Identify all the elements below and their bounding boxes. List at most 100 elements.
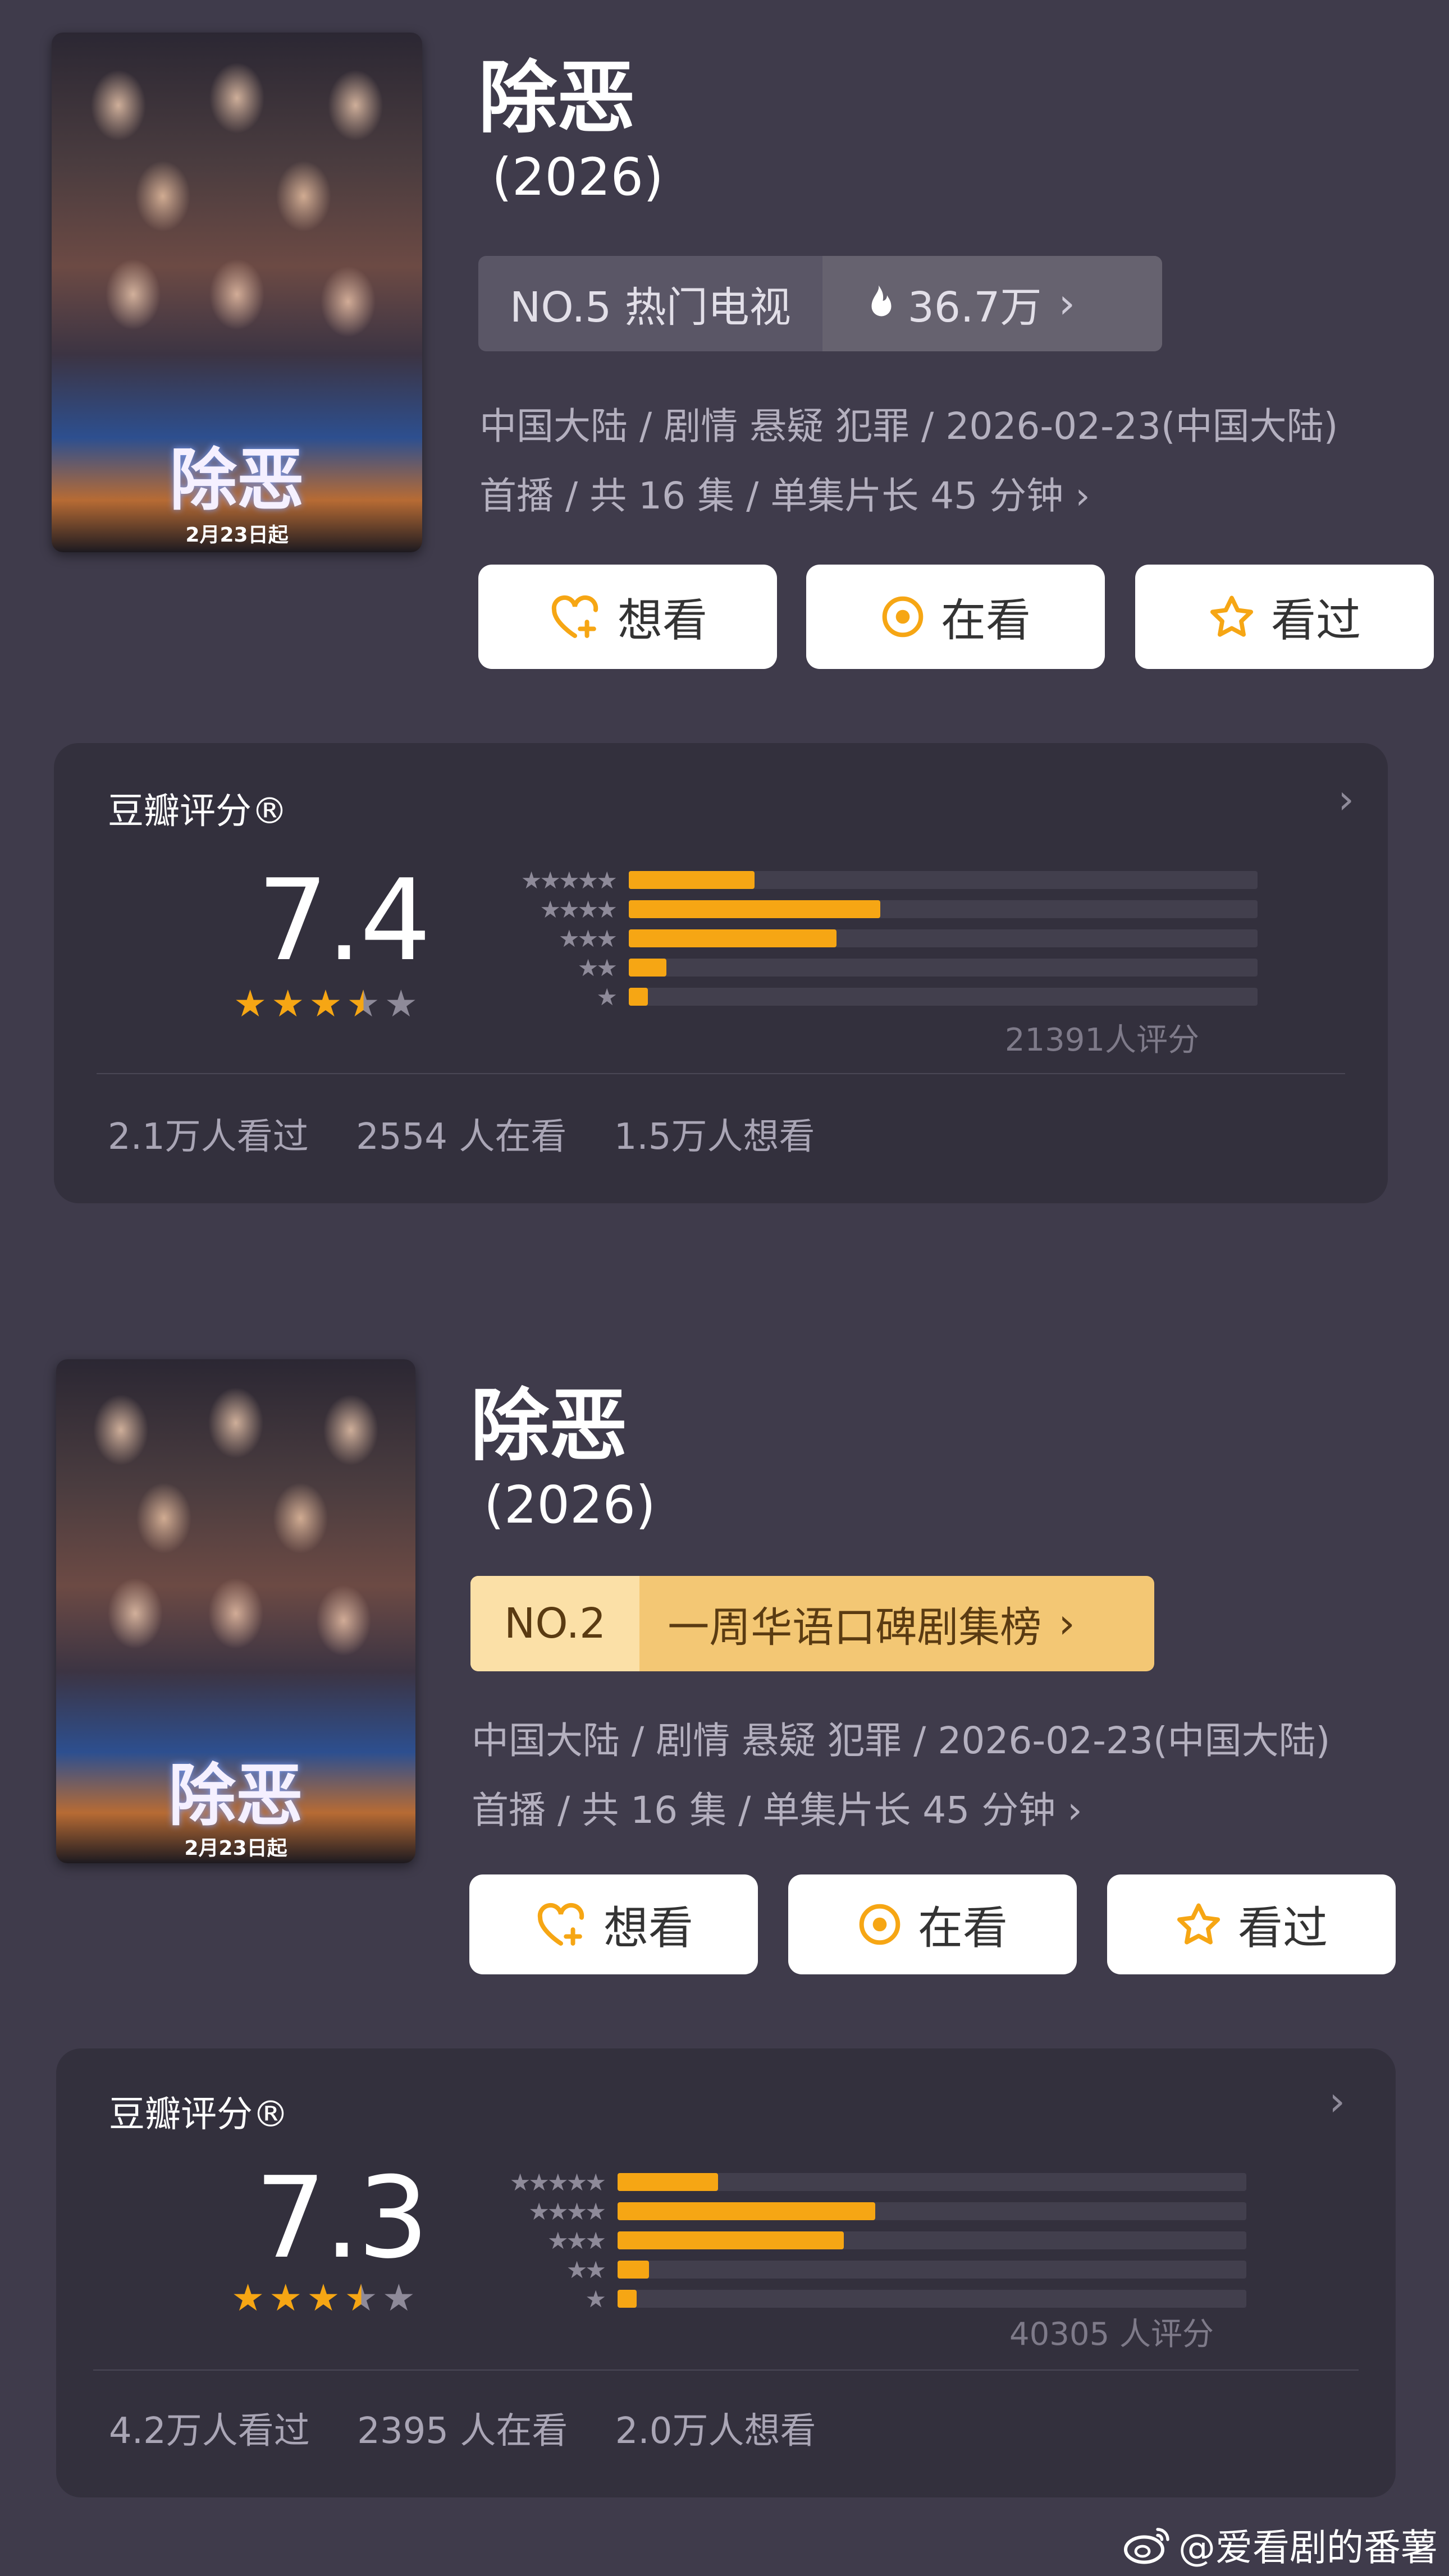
rating-bar [629, 929, 837, 947]
rating-bar [618, 2290, 637, 2308]
bar-star-label: ★ [585, 2285, 606, 2313]
want-label: 想看 [618, 594, 707, 647]
rating-bar [629, 988, 648, 1006]
watched-label: 看过 [1271, 594, 1361, 647]
meta-line-2-text: 首播 / 共 16 集 / 单集片长 45 分钟 [472, 1789, 1056, 1832]
rating-card[interactable]: 豆瓣评分® › 7.4 ★ ★ ★ ★ ★ ★★★★★ ★★★★ ★★★ ★★ ★ 21391人… [54, 743, 1388, 1203]
watched-button[interactable]: 看过 [1107, 1874, 1396, 1974]
want-label: 想看 [604, 1902, 693, 1954]
rating-card[interactable]: 豆瓣评分® › 7.3 ★ ★ ★ ★ ★ ★★★★★ ★★★★ ★★★ ★★ ★ 40305 … [56, 2048, 1396, 2497]
rating-stars: ★ ★ ★ ★ ★ [234, 982, 422, 1025]
watching-button[interactable]: 在看 [806, 565, 1105, 669]
chevron-right-icon: › [1067, 1789, 1082, 1832]
rating-bar-row: ★★★★★ [472, 2169, 1314, 2196]
poster-image[interactable]: 除恶 2月23日起 [52, 33, 422, 552]
want-count: 2.0万人想看 [615, 2410, 816, 2452]
heat-indicator: 36.7万 › [822, 256, 1162, 351]
chevron-right-icon: › [1058, 1599, 1075, 1648]
rating-star-icon: ★ [231, 2276, 265, 2320]
bar-track [618, 2231, 1246, 2249]
meta-line-2[interactable]: 首播 / 共 16 集 / 单集片长 45 分钟 › [472, 1776, 1082, 1845]
rating-bar [629, 900, 880, 918]
rating-score: 7.4 [257, 855, 431, 986]
poster-image[interactable]: 除恶 2月23日起 [56, 1359, 415, 1863]
rating-bar-row: ★★★★ [472, 2198, 1314, 2225]
bar-star-label: ★★★ [559, 925, 618, 952]
poster-cast-art [52, 33, 422, 397]
rating-bar-row: ★★★★★ [483, 867, 1325, 894]
rating-bar-row: ★ [472, 2285, 1314, 2313]
show-title: 除恶 [478, 53, 636, 144]
rating-star-icon: ★ [234, 982, 267, 1025]
rating-bar [629, 959, 667, 977]
bar-track [629, 871, 1258, 889]
poster-title-art: 除恶 [168, 1756, 303, 1835]
meta-line-1: 中国大陆 / 剧情 悬疑 犯罪 / 2026-02-23(中国大陆) [479, 405, 1338, 448]
watched-button[interactable]: 看过 [1135, 565, 1434, 669]
bar-track [629, 900, 1258, 918]
bar-track [618, 2173, 1246, 2191]
rating-stars: ★ ★ ★ ★ ★ [231, 2276, 420, 2320]
star-outline-icon [1210, 595, 1254, 637]
poster-date: 2月23日起 [184, 1837, 287, 1860]
poster-cast-art [56, 1359, 415, 1712]
rating-stats: 4.2万人看过 2395 人在看 2.0万人想看 [109, 2402, 852, 2454]
poster-date: 2月23日起 [185, 524, 289, 547]
chart-name-text: 一周华语口碑剧集榜 [668, 1603, 1042, 1652]
watching-button[interactable]: 在看 [788, 1874, 1077, 1974]
want-button[interactable]: 想看 [478, 565, 777, 669]
rating-stats: 2.1万人看过 2554 人在看 1.5万人想看 [108, 1108, 851, 1159]
rank-label: NO.2 [470, 1576, 640, 1671]
chart-name: 一周华语口碑剧集榜 › [639, 1576, 1154, 1671]
show-title: 除恶 [470, 1381, 628, 1472]
chevron-right-icon: › [1329, 2078, 1345, 2125]
douban-rating-label: 豆瓣评分® [108, 791, 287, 832]
rating-star-icon: ★ [307, 2276, 340, 2320]
target-icon [882, 596, 924, 638]
weibo-watermark: @爱看剧的番薯 [1122, 2518, 1438, 2572]
rating-bar-row: ★★ [483, 954, 1325, 982]
meta-line-1: 中国大陆 / 剧情 悬疑 犯罪 / 2026-02-23(中国大陆) [472, 1719, 1331, 1762]
watched-count: 4.2万人看过 [109, 2410, 310, 2452]
bar-track [618, 2261, 1246, 2279]
douban-rating-label: 豆瓣评分® [109, 2094, 289, 2135]
rating-star-icon: ★ [346, 982, 380, 1025]
want-count: 1.5万人想看 [614, 1116, 815, 1158]
show-year: (2026) [492, 147, 664, 207]
rating-bar-row: ★★ [472, 2256, 1314, 2284]
bar-star-label: ★★ [577, 954, 618, 982]
want-button[interactable]: 想看 [469, 1874, 758, 1974]
watching-label: 在看 [918, 1902, 1008, 1954]
rating-bar [618, 2261, 649, 2279]
weibo-icon [1124, 2528, 1169, 2564]
meta-line-2[interactable]: 首播 / 共 16 集 / 单集片长 45 分钟 › [479, 461, 1090, 531]
bar-star-label: ★★★ [547, 2227, 606, 2254]
watched-label: 看过 [1238, 1902, 1328, 1954]
bar-star-label: ★★★★★ [509, 2169, 606, 2196]
heart-plus-icon [551, 595, 598, 638]
heart-plus-icon [537, 1903, 584, 1946]
rank-badge[interactable]: NO.2 一周华语口碑剧集榜 › [470, 1576, 1154, 1671]
watching-count: 2395 人在看 [357, 2410, 568, 2452]
watching-label: 在看 [941, 594, 1031, 647]
bar-track [629, 988, 1258, 1006]
rating-score: 7.3 [255, 2153, 429, 2284]
show-year: (2026) [484, 1475, 656, 1535]
chevron-right-icon: › [1338, 776, 1354, 823]
meta-line-2-text: 首播 / 共 16 集 / 单集片长 45 分钟 [479, 474, 1064, 517]
bar-star-label: ★★★★ [540, 896, 618, 923]
bar-track [629, 959, 1258, 977]
chevron-right-icon: › [1075, 474, 1090, 517]
rating-bar [618, 2202, 876, 2220]
bar-star-label: ★★★★★ [520, 867, 618, 894]
watermark-text: @爱看剧的番薯 [1178, 2526, 1438, 2569]
divider [97, 1073, 1345, 1074]
rating-bar-row: ★★★ [483, 925, 1325, 952]
rank-badge[interactable]: NO.5 热门电视 36.7万 › [478, 256, 1162, 351]
rating-bar [618, 2231, 844, 2249]
bar-star-label: ★★ [566, 2256, 606, 2284]
star-outline-icon [1177, 1903, 1221, 1945]
watching-count: 2554 人在看 [356, 1116, 567, 1158]
divider [93, 2369, 1359, 2371]
rating-count: 21391人评分 [1004, 1022, 1199, 1058]
